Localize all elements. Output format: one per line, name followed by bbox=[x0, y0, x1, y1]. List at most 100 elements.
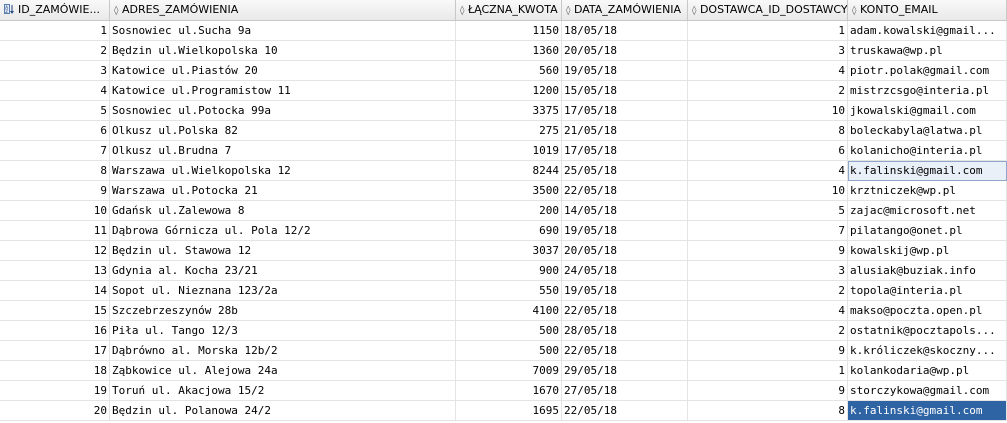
cell-kwota[interactable]: 3500 bbox=[456, 181, 562, 201]
cell-id[interactable]: 5 bbox=[0, 101, 110, 121]
cell-dostawca[interactable]: 9 bbox=[688, 241, 848, 261]
cell-email[interactable]: kolankodaria@wp.pl bbox=[848, 361, 1007, 381]
cell-adres[interactable]: Gdynia al. Kocha 23/21 bbox=[110, 261, 456, 281]
cell-id[interactable]: 12 bbox=[0, 241, 110, 261]
cell-id[interactable]: 3 bbox=[0, 61, 110, 81]
cell-id[interactable]: 13 bbox=[0, 261, 110, 281]
cell-email[interactable]: k.falinski@gmail.com bbox=[848, 401, 1007, 421]
cell-id[interactable]: 2 bbox=[0, 41, 110, 61]
cell-adres[interactable]: Będzin ul. Stawowa 12 bbox=[110, 241, 456, 261]
cell-email[interactable]: piotr.polak@gmail.com bbox=[848, 61, 1007, 81]
cell-email[interactable]: jkowalski@gmail.com bbox=[848, 101, 1007, 121]
cell-data[interactable]: 17/05/18 bbox=[562, 101, 688, 121]
cell-data[interactable]: 18/05/18 bbox=[562, 21, 688, 41]
cell-dostawca[interactable]: 8 bbox=[688, 401, 848, 421]
cell-email[interactable]: truskawa@wp.pl bbox=[848, 41, 1007, 61]
table-row[interactable]: 13 Gdynia al. Kocha 23/21 900 24/05/18 3 alus… bbox=[0, 261, 1007, 281]
cell-email[interactable]: kowalskij@wp.pl bbox=[848, 241, 1007, 261]
cell-id[interactable]: 19 bbox=[0, 381, 110, 401]
column-header-email[interactable]: ◊ KONTO_EMAIL bbox=[848, 0, 1007, 20]
table-row[interactable]: 16 Piła ul. Tango 12/3 500 28/05/18 2 ostatni… bbox=[0, 321, 1007, 341]
cell-kwota[interactable]: 550 bbox=[456, 281, 562, 301]
cell-kwota[interactable]: 1150 bbox=[456, 21, 562, 41]
cell-kwota[interactable]: 1670 bbox=[456, 381, 562, 401]
table-row[interactable]: 5 Sosnowiec ul.Potocka 99a 3375 17/05/18 10 j… bbox=[0, 101, 1007, 121]
cell-id[interactable]: 7 bbox=[0, 141, 110, 161]
cell-adres[interactable]: Gdańsk ul.Zalewowa 8 bbox=[110, 201, 456, 221]
sort-ascending-icon[interactable]: A Z bbox=[4, 4, 16, 14]
cell-email[interactable]: ostatnik@pocztapols... bbox=[848, 321, 1007, 341]
cell-kwota[interactable]: 275 bbox=[456, 121, 562, 141]
cell-id[interactable]: 18 bbox=[0, 361, 110, 381]
cell-email[interactable]: topola@interia.pl bbox=[848, 281, 1007, 301]
cell-adres[interactable]: Dąbrówno al. Morska 12b/2 bbox=[110, 341, 456, 361]
cell-data[interactable]: 22/05/18 bbox=[562, 341, 688, 361]
cell-adres[interactable]: Warszawa ul.Potocka 21 bbox=[110, 181, 456, 201]
cell-data[interactable]: 19/05/18 bbox=[562, 281, 688, 301]
cell-dostawca[interactable]: 8 bbox=[688, 121, 848, 141]
cell-data[interactable]: 22/05/18 bbox=[562, 301, 688, 321]
table-row[interactable]: 12 Będzin ul. Stawowa 12 3037 20/05/18 9 kowa… bbox=[0, 241, 1007, 261]
cell-dostawca[interactable]: 2 bbox=[688, 81, 848, 101]
cell-kwota[interactable]: 8244 bbox=[456, 161, 562, 181]
cell-dostawca[interactable]: 9 bbox=[688, 381, 848, 401]
table-row[interactable]: 14 Sopot ul. Nieznana 123/2a 550 19/05/18 2 t… bbox=[0, 281, 1007, 301]
cell-id[interactable]: 4 bbox=[0, 81, 110, 101]
cell-data[interactable]: 19/05/18 bbox=[562, 221, 688, 241]
cell-kwota[interactable]: 1360 bbox=[456, 41, 562, 61]
cell-kwota[interactable]: 4100 bbox=[456, 301, 562, 321]
cell-dostawca[interactable]: 3 bbox=[688, 41, 848, 61]
table-row[interactable]: 6 Olkusz ul.Polska 82 275 21/05/18 8 boleckab… bbox=[0, 121, 1007, 141]
cell-kwota[interactable]: 3037 bbox=[456, 241, 562, 261]
cell-dostawca[interactable]: 5 bbox=[688, 201, 848, 221]
column-header-kwota[interactable]: ◊ ŁĄCZNA_KWOTA bbox=[456, 0, 562, 20]
cell-data[interactable]: 29/05/18 bbox=[562, 361, 688, 381]
cell-kwota[interactable]: 900 bbox=[456, 261, 562, 281]
result-grid[interactable]: A Z ID_ZAMÓWIE... ◊ ADRES_ZAMÓWIENIA ◊ Ł… bbox=[0, 0, 1007, 423]
column-header-data[interactable]: ◊ DATA_ZAMÓWIENIA bbox=[562, 0, 688, 20]
cell-dostawca[interactable]: 4 bbox=[688, 161, 848, 181]
cell-dostawca[interactable]: 2 bbox=[688, 321, 848, 341]
column-header-id[interactable]: A Z ID_ZAMÓWIE... bbox=[0, 0, 110, 20]
cell-adres[interactable]: Sopot ul. Nieznana 123/2a bbox=[110, 281, 456, 301]
cell-email[interactable]: makso@poczta.open.pl bbox=[848, 301, 1007, 321]
table-row[interactable]: 10 Gdańsk ul.Zalewowa 8 200 14/05/18 5 zajac@… bbox=[0, 201, 1007, 221]
cell-email[interactable]: k.króliczek@skoczny... bbox=[848, 341, 1007, 361]
cell-adres[interactable]: Katowice ul.Piastów 20 bbox=[110, 61, 456, 81]
cell-id[interactable]: 15 bbox=[0, 301, 110, 321]
cell-email[interactable]: k.falinski@gmail.com bbox=[848, 161, 1007, 181]
cell-dostawca[interactable]: 1 bbox=[688, 21, 848, 41]
cell-adres[interactable]: Szczebrzeszynów 28b bbox=[110, 301, 456, 321]
cell-dostawca[interactable]: 1 bbox=[688, 361, 848, 381]
table-row[interactable]: 17 Dąbrówno al. Morska 12b/2 500 22/05/18 9 k… bbox=[0, 341, 1007, 361]
cell-kwota[interactable]: 200 bbox=[456, 201, 562, 221]
cell-data[interactable]: 20/05/18 bbox=[562, 241, 688, 261]
column-header-adres[interactable]: ◊ ADRES_ZAMÓWIENIA bbox=[110, 0, 456, 20]
cell-id[interactable]: 16 bbox=[0, 321, 110, 341]
cell-kwota[interactable]: 1200 bbox=[456, 81, 562, 101]
cell-data[interactable]: 22/05/18 bbox=[562, 401, 688, 421]
cell-adres[interactable]: Sosnowiec ul.Sucha 9a bbox=[110, 21, 456, 41]
table-row[interactable]: 7 Olkusz ul.Brudna 7 1019 17/05/18 6 kolanich… bbox=[0, 141, 1007, 161]
table-row[interactable]: 11 Dąbrowa Górnicza ul. Pola 12/2 690 19/05… bbox=[0, 221, 1007, 241]
cell-dostawca[interactable]: 6 bbox=[688, 141, 848, 161]
table-row[interactable]: 15 Szczebrzeszynów 28b 4100 22/05/18 4 makso@… bbox=[0, 301, 1007, 321]
table-row[interactable]: 20 Będzin ul. Polanowa 24/2 1695 22/05/18 8 k… bbox=[0, 401, 1007, 421]
cell-dostawca[interactable]: 2 bbox=[688, 281, 848, 301]
cell-dostawca[interactable]: 3 bbox=[688, 261, 848, 281]
cell-id[interactable]: 11 bbox=[0, 221, 110, 241]
cell-data[interactable]: 20/05/18 bbox=[562, 41, 688, 61]
column-header-dostawca[interactable]: ◊ DOSTAWCA_ID_DOSTAWCY bbox=[688, 0, 848, 20]
cell-adres[interactable]: Będzin ul.Wielkopolska 10 bbox=[110, 41, 456, 61]
cell-kwota[interactable]: 560 bbox=[456, 61, 562, 81]
table-row[interactable]: 8 Warszawa ul.Wielkopolska 12 8244 25/05/18… bbox=[0, 161, 1007, 181]
cell-adres[interactable]: Będzin ul. Polanowa 24/2 bbox=[110, 401, 456, 421]
cell-id[interactable]: 8 bbox=[0, 161, 110, 181]
table-row[interactable]: 18 Ząbkowice ul. Alejowa 24a 7009 29/05/18 1… bbox=[0, 361, 1007, 381]
cell-dostawca[interactable]: 10 bbox=[688, 101, 848, 121]
cell-kwota[interactable]: 500 bbox=[456, 321, 562, 341]
cell-id[interactable]: 1 bbox=[0, 21, 110, 41]
cell-data[interactable]: 21/05/18 bbox=[562, 121, 688, 141]
cell-email[interactable]: kolanicho@interia.pl bbox=[848, 141, 1007, 161]
cell-dostawca[interactable]: 9 bbox=[688, 341, 848, 361]
